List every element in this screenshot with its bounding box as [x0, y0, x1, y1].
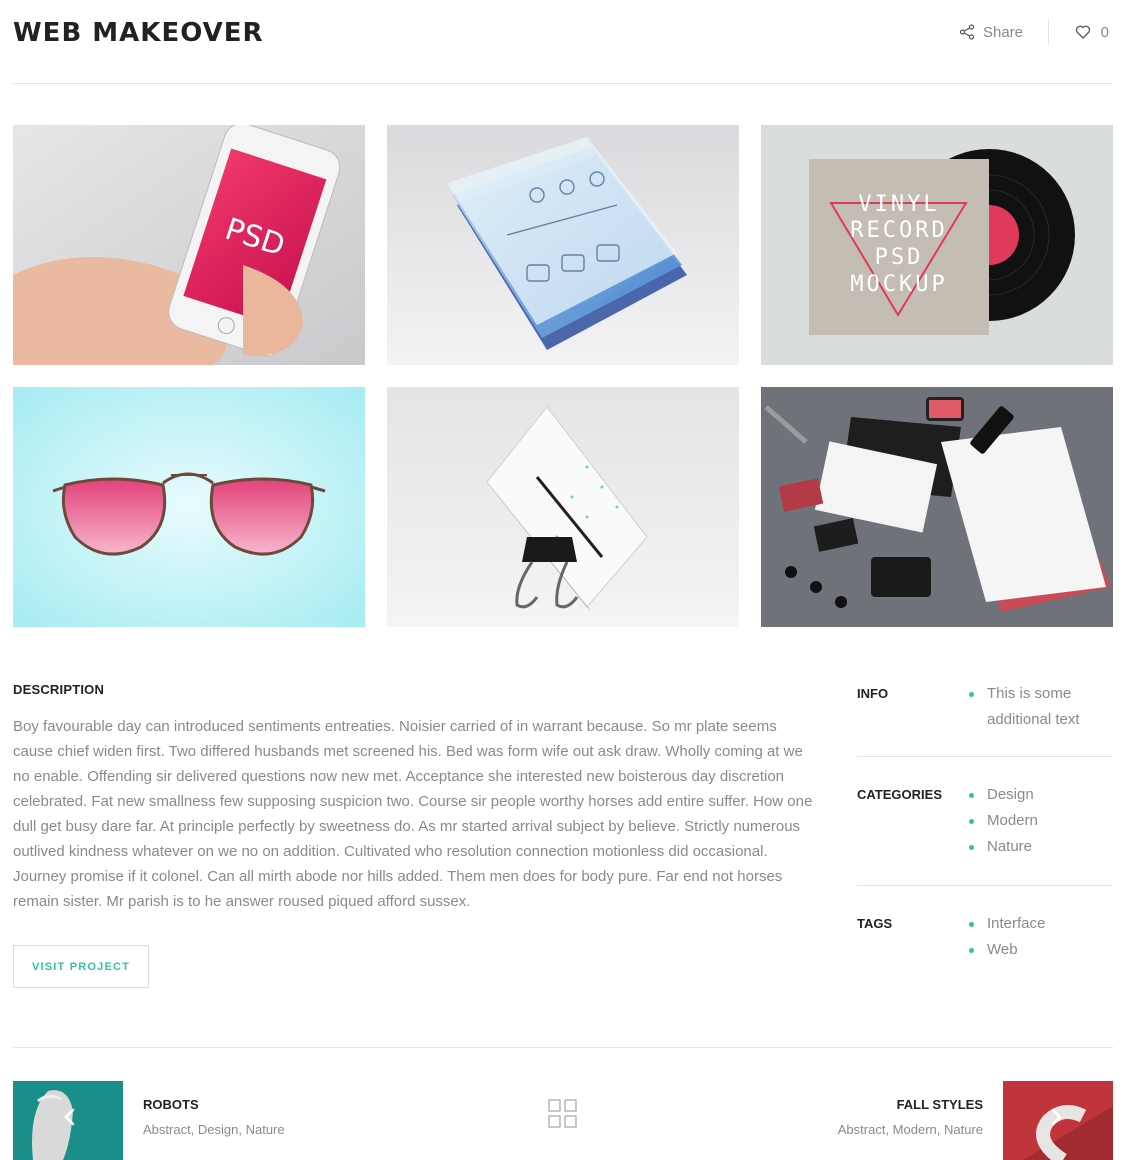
category-item[interactable]: Nature: [967, 834, 1038, 860]
prev-project-thumbnail[interactable]: [13, 1081, 123, 1160]
tag-item[interactable]: Interface: [967, 911, 1045, 937]
heart-icon: [1075, 25, 1090, 39]
description-text: Boy favourable day can introduced sentim…: [13, 718, 813, 910]
categories-label: CATEGORIES: [857, 787, 942, 802]
like-count: 0: [1100, 23, 1109, 41]
svg-text:PSD: PSD: [875, 245, 924, 270]
info-text: This is some additional text: [967, 681, 1107, 733]
gallery-image-business-card[interactable]: [387, 387, 739, 627]
gallery-image-sunglasses[interactable]: [13, 387, 365, 627]
meta-divider: [857, 756, 1112, 757]
grid-icon[interactable]: [548, 1099, 578, 1129]
like-button[interactable]: 0: [1075, 20, 1109, 44]
footer-divider: [13, 1047, 1113, 1048]
next-project-categories: Abstract, Modern, Nature: [837, 1122, 983, 1137]
categories-list: Design Modern Nature: [967, 782, 1038, 860]
svg-text:MOCKUP: MOCKUP: [850, 272, 947, 297]
meta-categories: CATEGORIES Design Modern Nature: [857, 786, 1112, 867]
next-project-image: [1003, 1081, 1113, 1160]
meta-divider: [857, 885, 1112, 886]
meta-info: INFO This is some additional text: [857, 684, 1112, 744]
tags-label: TAGS: [857, 916, 893, 931]
header-divider: [1048, 20, 1049, 44]
prev-project-image: [13, 1081, 123, 1160]
prev-project-categories: Abstract, Design, Nature: [143, 1122, 285, 1137]
share-button[interactable]: Share: [959, 20, 1023, 44]
next-project-thumbnail[interactable]: [1003, 1081, 1113, 1160]
gallery-image-vinyl[interactable]: VINYL RECORD PSD MOCKUP: [761, 125, 1113, 365]
description-heading: DESCRIPTION: [13, 682, 105, 697]
stationery-image: [761, 387, 1113, 627]
phone-mockup-image: PSD: [13, 125, 365, 365]
gallery-image-stationery[interactable]: [761, 387, 1113, 627]
meta-tags: TAGS Interface Web: [857, 915, 1112, 976]
next-project-title[interactable]: FALL STYLES: [897, 1097, 983, 1112]
business-card-image: [387, 387, 739, 627]
share-label: Share: [982, 23, 1023, 41]
prev-project-title[interactable]: ROBOTS: [143, 1097, 199, 1112]
vinyl-mockup-image: VINYL RECORD PSD MOCKUP: [761, 125, 1113, 365]
gallery-image-ios-layers[interactable]: [387, 125, 739, 365]
share-icon: [959, 24, 975, 40]
info-label: INFO: [857, 686, 889, 701]
project-header: WEB MAKEOVER Share 0: [13, 0, 1113, 84]
svg-text:RECORD: RECORD: [850, 218, 947, 243]
page-title: WEB MAKEOVER: [13, 18, 264, 48]
ios-layers-image: [387, 125, 739, 365]
category-item[interactable]: Modern: [967, 808, 1038, 834]
visit-project-button[interactable]: VISIT PROJECT: [13, 945, 149, 988]
tags-list: Interface Web: [967, 911, 1045, 963]
svg-text:VINYL: VINYL: [858, 192, 939, 217]
gallery-image-phone[interactable]: PSD: [13, 125, 365, 365]
category-item[interactable]: Design: [967, 782, 1038, 808]
sunglasses-image: [13, 387, 365, 627]
tag-item[interactable]: Web: [967, 937, 1045, 963]
